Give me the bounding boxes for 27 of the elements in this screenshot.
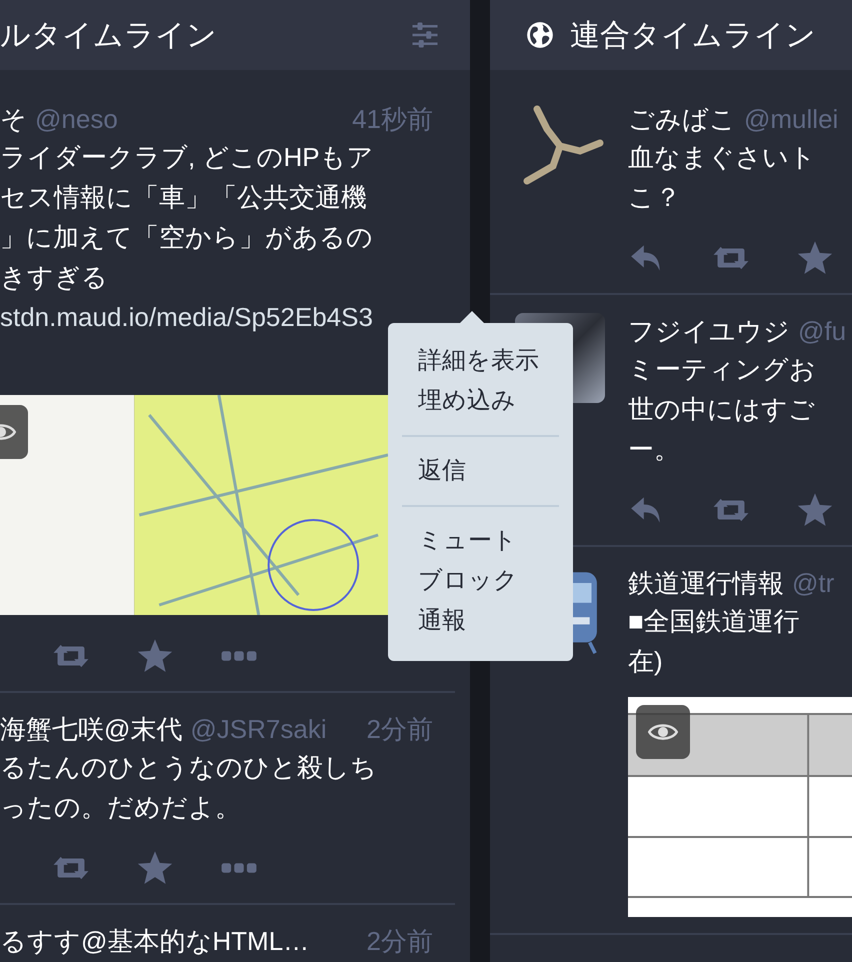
status-text: 在) bbox=[628, 645, 663, 678]
status-text: 」に加えて「空から」があるの bbox=[0, 221, 373, 254]
status-text: セス情報に「車」「公共交通機 bbox=[0, 181, 367, 214]
status-text: ■全国鉄道運行 bbox=[628, 605, 800, 638]
status-link[interactable]: stdn.maud.io/media/Sp52Eb4S3 bbox=[0, 297, 373, 337]
display-name[interactable]: るすす@基本的なHTML… bbox=[0, 923, 310, 959]
status-text: ー。 bbox=[628, 433, 680, 466]
menu-item[interactable]: 返信 bbox=[402, 445, 559, 497]
hide-media-button[interactable] bbox=[636, 705, 690, 759]
status-text: ったの。だめだよ。 bbox=[0, 791, 241, 824]
status-text: ミーティングお bbox=[628, 353, 816, 386]
status-text: 血なまぐさいト bbox=[628, 141, 816, 174]
status-text: ライダークラブ, どこのHPもア bbox=[0, 141, 374, 174]
table-image[interactable] bbox=[628, 697, 852, 917]
status-text: るたんのひとうなのひと殺しち bbox=[0, 751, 377, 784]
display-name[interactable]: ごみばこ bbox=[628, 101, 736, 137]
column-title: ルタイムライン bbox=[0, 18, 218, 54]
map-image[interactable] bbox=[0, 395, 388, 615]
status-text: きすぎる bbox=[0, 261, 108, 294]
status-text: こ？ bbox=[628, 181, 681, 214]
display-name[interactable]: そ bbox=[0, 101, 27, 137]
globe-icon bbox=[526, 21, 554, 49]
status-text: 世の中にはすご bbox=[628, 393, 815, 426]
display-name[interactable]: 鉄道運行情報 bbox=[628, 565, 784, 601]
display-name[interactable]: フジイユウジ bbox=[628, 313, 790, 349]
display-name[interactable]: 海蟹七咲@末代 bbox=[0, 711, 182, 747]
column-title: 連合タイムライン bbox=[570, 18, 817, 54]
